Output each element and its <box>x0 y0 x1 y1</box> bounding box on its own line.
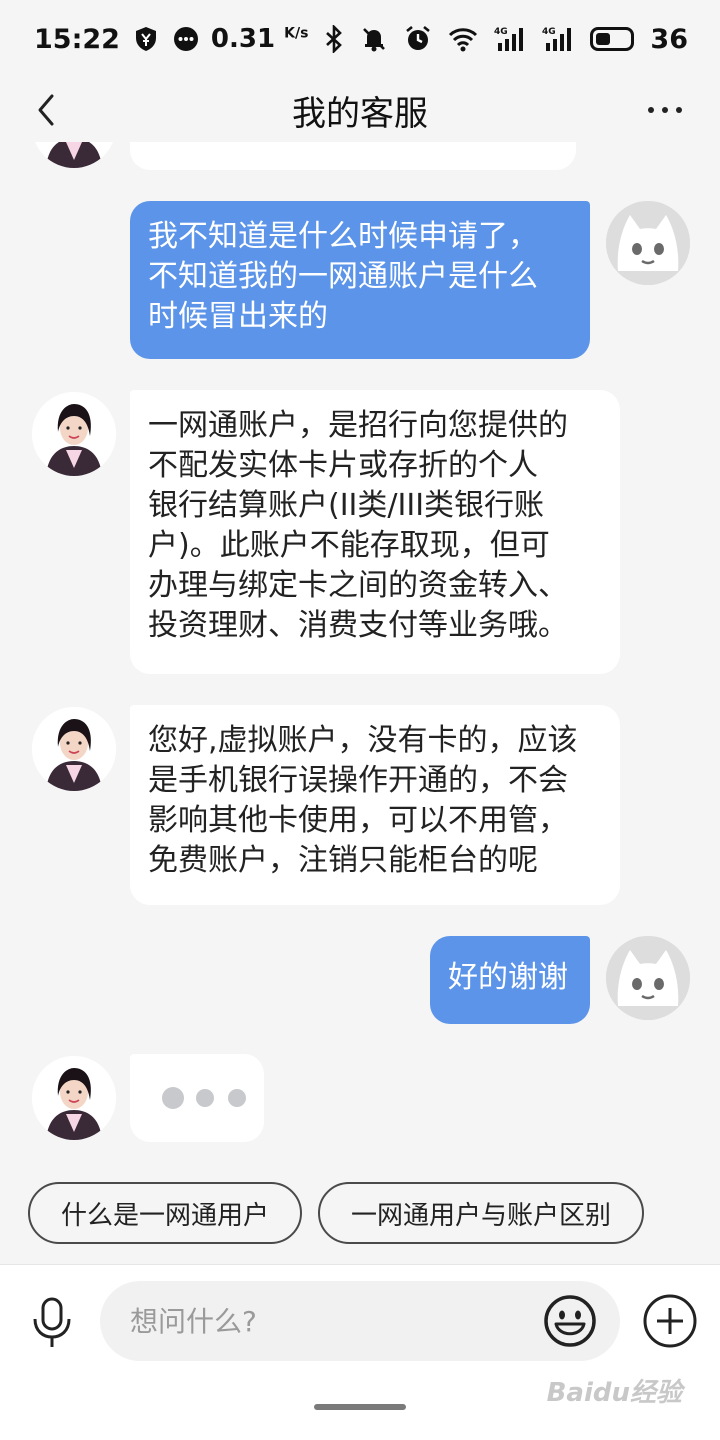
plus-circle-icon[interactable] <box>642 1293 698 1349</box>
message-line: 影响其他卡使用，可以不用管， <box>148 803 568 838</box>
message-line: 不配发实体卡片或存折的个人 <box>148 448 538 483</box>
microphone-icon[interactable] <box>30 1295 74 1351</box>
message-line: 免费账户，注销只能柜台的呢 <box>148 843 538 878</box>
typing-dot <box>196 1089 214 1107</box>
message-line: 银行结算账户(II类/III类银行账 <box>148 488 545 523</box>
status-left: 15:22 <box>34 24 200 55</box>
agent-avatar <box>32 392 116 476</box>
chevron-left-icon[interactable] <box>30 90 70 130</box>
quick-reply-chip[interactable]: 一网通用户与账户区别 <box>318 1182 644 1244</box>
page-title: 我的客服 <box>292 93 428 134</box>
battery-level: 36 <box>650 23 688 55</box>
message-line: 时候冒出来的 <box>148 299 328 334</box>
agent-avatar <box>32 1056 116 1140</box>
status-bar: 15:22 0.31 K/s 4G 4G 36 <box>0 0 720 78</box>
user-avatar[interactable] <box>606 936 690 1020</box>
message-line: 户)。此账户不能存取现，但可 <box>148 528 550 563</box>
chat-area[interactable]: 我不知道是什么时候申请了， 不知道我的一网通账户是什么 时候冒出来的 一网通账户… <box>0 142 720 1172</box>
user-avatar[interactable] <box>606 201 690 285</box>
svg-text:4G: 4G <box>542 27 556 37</box>
net-speed: 0.31 K/s <box>210 24 309 54</box>
typing-dot <box>228 1089 246 1107</box>
watermark-logo: Baidu经验 <box>546 1378 682 1408</box>
user-message-bubble: 我不知道是什么时候申请了， 不知道我的一网通账户是什么 时候冒出来的 <box>130 201 590 359</box>
message-line: 好的谢谢 <box>448 960 568 995</box>
agent-avatar <box>32 142 116 168</box>
quick-reply-label: 一网通用户与账户区别 <box>350 1200 611 1231</box>
quick-reply-label: 什么是一网通用户 <box>60 1200 269 1231</box>
shield-yen-icon <box>134 26 158 52</box>
signal-4g-icon: 4G <box>494 25 526 53</box>
message-line: 一网通账户，是招行向您提供的 <box>148 408 568 443</box>
chat-bubble-icon <box>172 25 200 53</box>
agent-bubble-partial <box>130 142 576 170</box>
message-line: 您好,虚拟账户，没有卡的，应该 <box>148 723 578 758</box>
agent-avatar <box>32 707 116 791</box>
typing-indicator-bubble <box>130 1054 264 1142</box>
smiley-icon[interactable] <box>542 1293 598 1349</box>
message-line: 投资理财、消费支付等业务哦。 <box>148 608 568 643</box>
input-bar <box>0 1264 720 1440</box>
wifi-icon <box>448 26 478 52</box>
user-message-bubble: 好的谢谢 <box>430 936 590 1024</box>
message-line: 是手机银行误操作开通的，不会 <box>148 763 568 798</box>
svg-text:4G: 4G <box>494 27 508 37</box>
nav-bar: 我的客服 <box>0 78 720 142</box>
more-dots-icon[interactable] <box>646 92 686 128</box>
message-line: 办理与绑定卡之间的资金转入、 <box>148 568 568 603</box>
typing-dot <box>162 1087 184 1109</box>
bluetooth-icon <box>324 25 344 53</box>
agent-message-bubble: 您好,虚拟账户，没有卡的，应该 是手机银行误操作开通的，不会 影响其他卡使用，可… <box>130 705 620 905</box>
status-time: 15:22 <box>34 23 120 55</box>
signal-4g-icon-2: 4G <box>542 25 574 53</box>
message-line: 我不知道是什么时候申请了， <box>148 219 538 254</box>
battery-icon <box>590 27 635 51</box>
message-line: 不知道我的一网通账户是什么 <box>148 259 538 294</box>
home-indicator[interactable] <box>314 1404 406 1410</box>
status-right: 0.31 K/s 4G 4G 36 <box>211 24 688 55</box>
alarm-icon <box>404 25 432 53</box>
mute-bell-icon <box>360 25 388 53</box>
quick-reply-chip[interactable]: 什么是一网通用户 <box>28 1182 302 1244</box>
agent-message-bubble: 一网通账户，是招行向您提供的 不配发实体卡片或存折的个人 银行结算账户(II类/… <box>130 390 620 674</box>
